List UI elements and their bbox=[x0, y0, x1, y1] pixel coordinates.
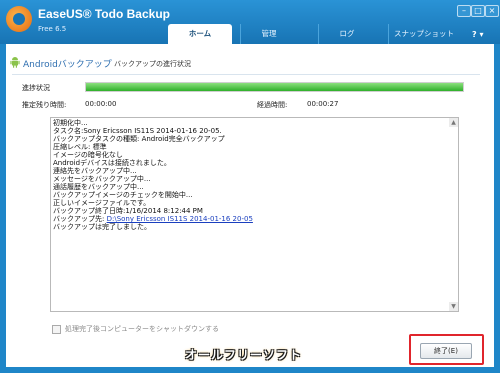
remaining-time-label: 推定残り時間: bbox=[22, 101, 67, 109]
log-line: 正しいイメージファイルです。 bbox=[53, 199, 151, 207]
tab-home[interactable]: ホーム bbox=[168, 24, 232, 44]
tab-log[interactable]: ログ bbox=[318, 24, 375, 44]
log-lines: 初期化中... タスク名:Sony Ericsson IS11S 2014-01-… bbox=[51, 118, 458, 231]
progress-label: 進捗状況 bbox=[22, 84, 50, 92]
log-line: バックアップタスクの種類: Android完全バックアップ bbox=[53, 135, 225, 143]
log-textbox[interactable]: 初期化中... タスク名:Sony Ericsson IS11S 2014-01-… bbox=[50, 117, 459, 312]
log-line: Androidデバイスは接続されました。 bbox=[53, 159, 171, 167]
log-line: メッセージをバックアップ中... bbox=[53, 175, 151, 183]
easeus-logo-icon bbox=[6, 6, 32, 32]
checkbox-box[interactable] bbox=[52, 324, 61, 334]
log-line: バックアップイメージのチェックを開始中... bbox=[53, 191, 193, 199]
help-icon: ? bbox=[472, 30, 477, 39]
help-menu-button[interactable]: ? ▾ bbox=[472, 30, 483, 39]
finish-button[interactable]: 終了(E) bbox=[420, 343, 472, 359]
title-bar: EaseUS® Todo Backup Free 6.5 – □ × ホーム 管… bbox=[0, 0, 500, 44]
log-line: バックアップ終了日時:1/16/2014 8:12:44 PM bbox=[53, 207, 203, 215]
log-line: バックアップ先: D:\Sony Ericsson IS11S 2014-01-… bbox=[51, 215, 458, 223]
scroll-up-icon[interactable]: ▲ bbox=[449, 118, 458, 127]
remaining-time-value: 00:00:00 bbox=[85, 100, 117, 108]
app-window: EaseUS® Todo Backup Free 6.5 – □ × ホーム 管… bbox=[0, 0, 500, 373]
shutdown-checkbox[interactable]: 処理完了後コンピューターをシャットダウンする bbox=[52, 324, 219, 334]
log-line: 初期化中... bbox=[53, 119, 88, 127]
elapsed-time-value: 00:00:27 bbox=[307, 100, 339, 108]
log-line: 圧縮レベル: 標準 bbox=[53, 143, 107, 151]
progress-bar bbox=[85, 82, 464, 92]
elapsed-time-label: 経過時間: bbox=[257, 101, 288, 109]
maximize-button[interactable]: □ bbox=[471, 5, 485, 17]
watermark-text: オールフリーソフト bbox=[185, 348, 303, 362]
log-line: 通話履歴をバックアップ中... bbox=[53, 183, 144, 191]
android-icon bbox=[10, 57, 20, 68]
minimize-button[interactable]: – bbox=[457, 5, 471, 17]
log-line: イメージの暗号化なし bbox=[53, 151, 123, 159]
section-subtitle: バックアップの進行状況 bbox=[114, 60, 191, 68]
backup-destination-link[interactable]: D:\Sony Ericsson IS11S 2014-01-16 20-05 bbox=[107, 215, 253, 223]
scroll-down-icon[interactable]: ▼ bbox=[449, 302, 458, 311]
app-title: EaseUS® Todo Backup bbox=[38, 7, 170, 21]
section-title: Androidバックアップ bbox=[23, 60, 112, 70]
close-button[interactable]: × bbox=[485, 5, 499, 17]
log-line-prefix: バックアップ先: bbox=[53, 215, 107, 223]
log-line: バックアップは完了しました。 bbox=[53, 223, 151, 231]
log-line: 連絡先をバックアップ中... bbox=[53, 167, 137, 175]
shutdown-label: 処理完了後コンピューターをシャットダウンする bbox=[65, 325, 219, 333]
tab-snapshot[interactable]: スナップショット bbox=[388, 24, 459, 44]
app-edition: Free 6.5 bbox=[38, 25, 67, 33]
log-line: タスク名:Sony Ericsson IS11S 2014-01-16 20-0… bbox=[53, 127, 222, 135]
divider bbox=[12, 74, 480, 75]
progress-fill bbox=[86, 83, 463, 91]
tab-manage[interactable]: 管理 bbox=[240, 24, 297, 44]
chevron-down-icon: ▾ bbox=[479, 30, 484, 39]
